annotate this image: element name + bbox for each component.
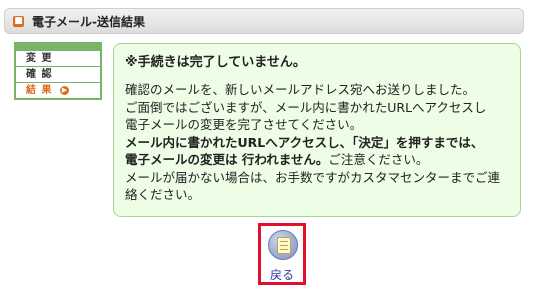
back-button-label: 戻る — [269, 268, 294, 282]
message-box: ※手続きは完了していません。 確認のメールを、新しいメールアドレス宛へお送りしま… — [113, 43, 521, 217]
message-emphasis: 電子メールの変更は 行われません。 — [125, 152, 329, 167]
message-line-emphasis: メール内に書かれたURLへアクセスし、「決定」を押すまでは、 — [125, 134, 484, 150]
step-confirm: 確 認 — [16, 66, 100, 82]
message-line: メールが届かない場合は、お手数ですがカスタマセンターまでご連 — [125, 169, 501, 185]
page-header: ■ 電子メール-送信結果 — [4, 8, 524, 34]
document-icon — [268, 230, 298, 260]
orange-circle-arrow-icon: ▶ — [60, 86, 70, 95]
orange-square-icon: ■ — [13, 15, 24, 27]
message-line: 絡ください。 — [125, 187, 201, 202]
step-change: 変 更 — [16, 50, 100, 66]
message-body: 確認のメールを、新しいメールアドレス宛へお送りしました。 ご面倒ではございますが… — [125, 81, 517, 204]
back-button[interactable]: 戻る — [258, 223, 306, 285]
step-indicator: 変 更 確 認 結 果 ▶ — [14, 42, 102, 100]
step-result: 結 果 ▶ — [16, 82, 100, 98]
message-line-mixed: 電子メールの変更は 行われません。ご注意ください。 — [125, 151, 517, 169]
message-line: ご面倒ではございますが、メール内に書かれたURLへアクセスし — [125, 99, 487, 115]
message-line: 確認のメールを、新しいメールアドレス宛へお送りしました。 — [125, 82, 476, 97]
message-line: 電子メールの変更を完了させてください。 — [125, 117, 363, 132]
page-title: 電子メール-送信結果 — [32, 14, 145, 29]
message-note: ご注意ください。 — [328, 152, 429, 167]
step-result-label: 結 果 — [26, 85, 53, 96]
message-heading: ※手続きは完了していません。 — [125, 55, 306, 70]
